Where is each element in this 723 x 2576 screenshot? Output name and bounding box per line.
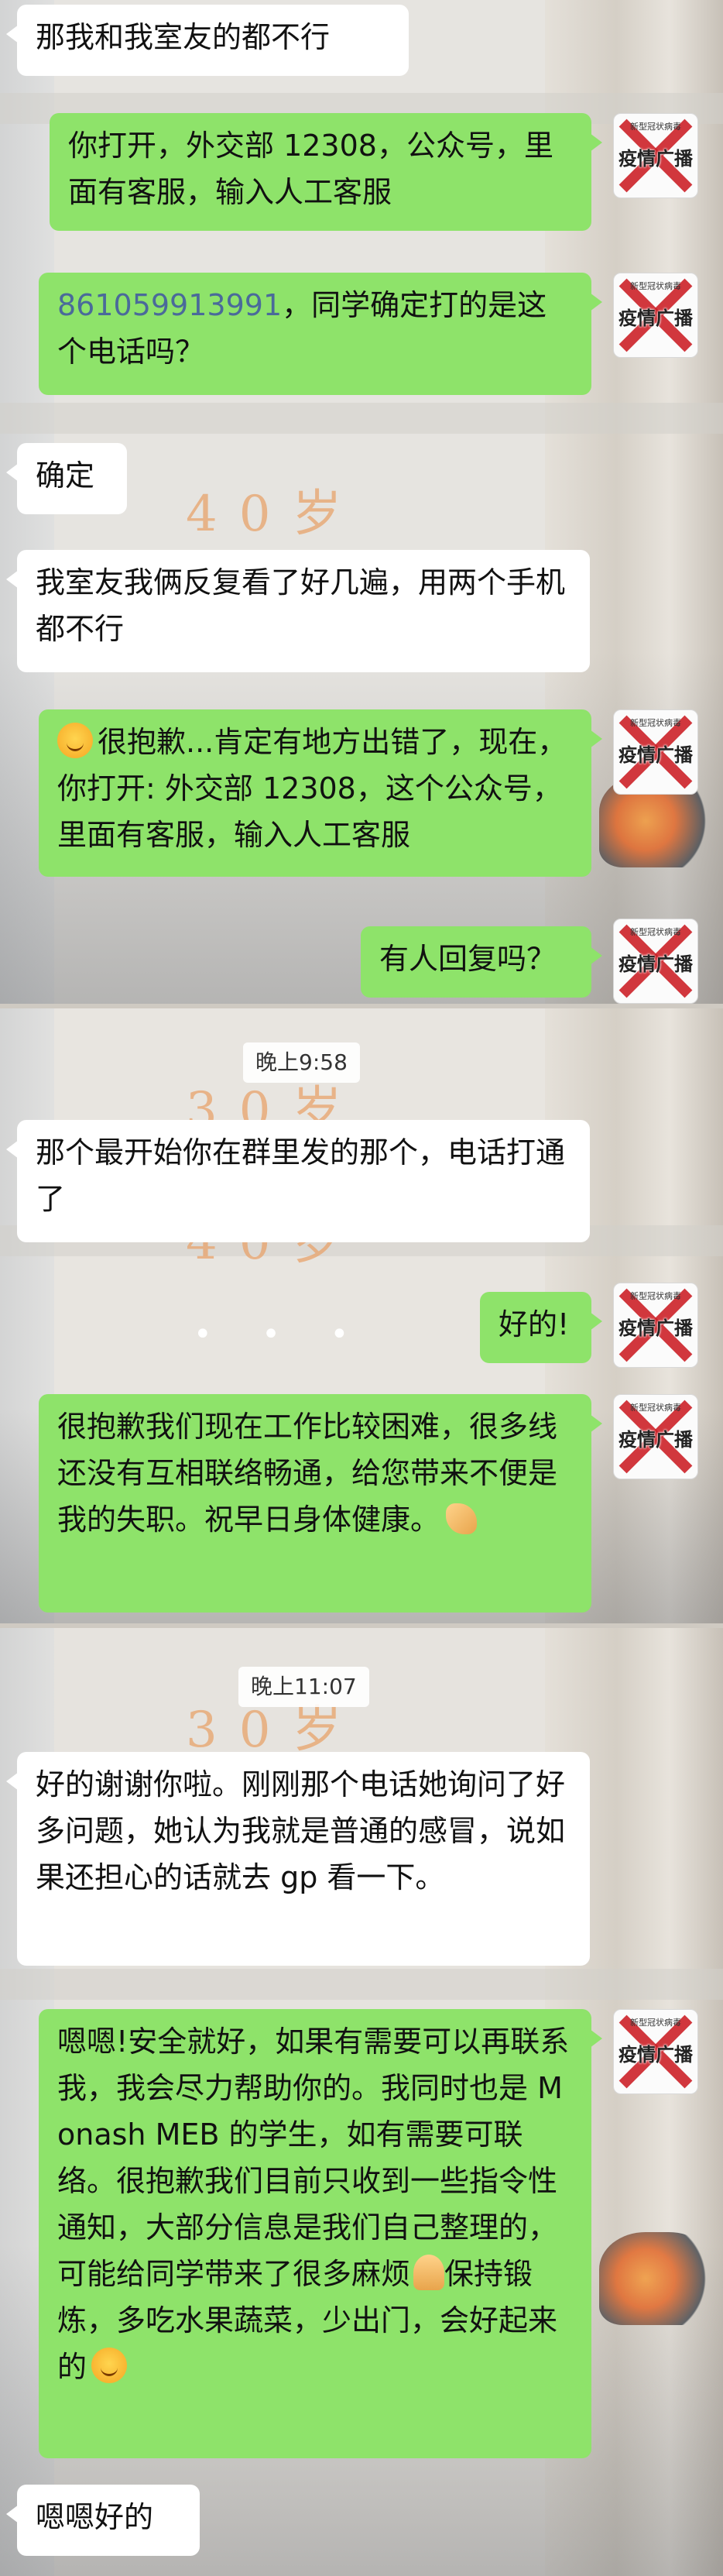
message-text: 嗯嗯!安全就好，如果有需要可以再联系我，我会尽力帮助你的。我同时也是 Monas… [57,2025,570,2291]
smiling-face-icon [91,2348,128,2383]
avatar-title: 疫情广播 [618,148,693,170]
message-text: 确定 [36,459,95,493]
message-bubble-sent[interactable]: 有人回复吗？ [361,926,602,998]
phone-number-link[interactable]: 861059913991 [57,288,282,322]
message-bubble-sent[interactable]: 你打开，外交部 12308，公众号，里面有客服，输入人工客服 [50,113,602,231]
message-text: 你打开，外交部 12308，公众号，里面有客服，输入人工客服 [68,129,553,209]
message-bubble-received[interactable]: 嗯嗯好的 [6,2485,200,2556]
message-text: 有人回复吗？ [379,942,557,976]
contact-avatar[interactable]: 新型冠状病毒 疫情广播 [613,1283,698,1368]
message-text: 嗯嗯好的 [36,2500,154,2534]
contact-avatar[interactable]: 新型冠状病毒 疫情广播 [613,2009,698,2094]
timestamp: 晚上9:58 [243,1042,360,1083]
message-text: 好的谢谢你啦。刚刚那个电话她询问了好多问题，她认为我就是普通的感冒，说如果还担心… [36,1767,566,1894]
folded-hands-icon [413,2255,445,2290]
message-text: 那我和我室友的都不行 [36,20,331,54]
contact-avatar[interactable]: 新型冠状病毒 疫情广播 [613,1394,698,1479]
message-text: 我室友我俩反复看了好几遍，用两个手机都不行 [36,565,566,646]
avatar-small-text: 新型冠状病毒 [630,2018,681,2028]
avatar-title: 疫情广播 [618,1317,693,1339]
message-bubble-received[interactable]: 好的谢谢你啦。刚刚那个电话她询问了好多问题，她认为我就是普通的感冒，说如果还担心… [6,1752,590,1966]
avatar-title: 疫情广播 [618,953,693,975]
thumb-hand-icon [446,1503,478,1534]
contact-avatar[interactable]: 新型冠状病毒 疫情广播 [613,919,698,1004]
avatar-small-text: 新型冠状病毒 [630,1291,681,1301]
avatar-title: 疫情广播 [618,307,693,329]
avatar-small-text: 新型冠状病毒 [630,281,681,291]
avatar-title: 疫情广播 [618,744,693,766]
message-bubble-sent[interactable]: 很抱歉...肯定有地方出错了，现在，你打开: 外交部 12308，这个公众号，里… [39,709,602,877]
avatar-title: 疫情广播 [618,2044,693,2066]
message-bubble-sent[interactable]: 嗯嗯!安全就好，如果有需要可以再联系我，我会尽力帮助你的。我同时也是 Monas… [39,2009,602,2458]
message-text: 好的! [499,1307,570,1341]
message-bubble-sent[interactable]: 很抱歉我们现在工作比较困难，很多线还没有互相联络畅通，给您带来不便是我的失职。祝… [39,1394,602,1613]
avatar-small-text: 新型冠状病毒 [630,122,681,132]
message-bubble-received[interactable]: 那个最开始你在群里发的那个，电话打通了 [6,1120,590,1242]
ellipsis-divider: • • • [194,1317,369,1352]
avatar-small-text: 新型冠状病毒 [630,927,681,937]
avatar-small-text: 新型冠状病毒 [630,1403,681,1413]
timestamp: 晚上11:07 [238,1667,369,1707]
message-bubble-received[interactable]: 那我和我室友的都不行 [6,5,409,76]
message-bubble-received[interactable]: 确定 [6,443,127,514]
message-bubble-received[interactable]: 我室友我俩反复看了好几遍，用两个手机都不行 [6,550,590,672]
contact-avatar[interactable]: 新型冠状病毒 疫情广播 [613,709,698,795]
message-text: 那个最开始你在群里发的那个，电话打通了 [36,1135,566,1216]
avatar-title: 疫情广播 [618,1429,693,1451]
contact-avatar[interactable]: 新型冠状病毒 疫情广播 [613,273,698,358]
smiling-face-icon [57,723,93,758]
message-bubble-sent[interactable]: 861059913991，同学确定打的是这个电话吗？ [39,273,602,395]
message-bubble-sent[interactable]: 好的! [480,1292,602,1363]
wallpaper-text: 40岁 [186,486,364,543]
message-text: 很抱歉...肯定有地方出错了，现在，你打开: 外交部 12308，这个公众号，里… [57,725,567,852]
avatar-small-text: 新型冠状病毒 [630,718,681,728]
contact-avatar[interactable]: 新型冠状病毒 疫情广播 [613,113,698,198]
message-text: 很抱歉我们现在工作比较困难，很多线还没有互相联络畅通，给您带来不便是我的失职。祝… [57,1410,558,1537]
